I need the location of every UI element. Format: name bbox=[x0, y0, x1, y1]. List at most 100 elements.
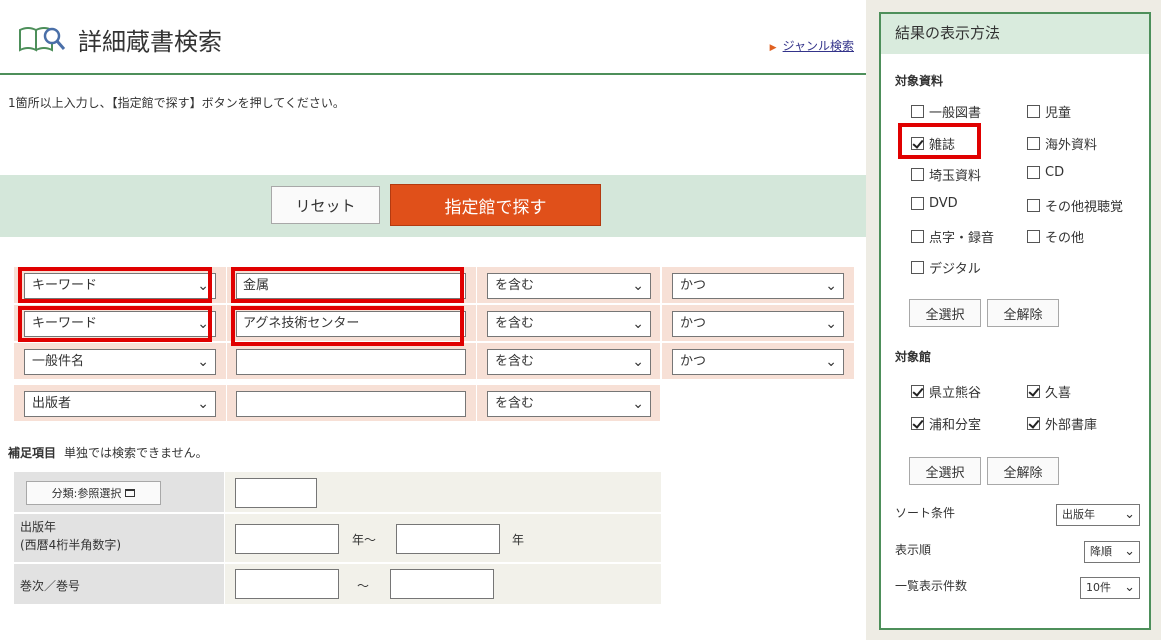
libraries-select-all-button[interactable]: 全選択 bbox=[909, 457, 981, 485]
checkbox-label: その他 bbox=[1045, 231, 1085, 246]
result-display-header: 結果の表示方法 bbox=[881, 14, 1149, 54]
checkbox-label: DVD bbox=[929, 196, 958, 211]
checkbox-checked-icon bbox=[1027, 385, 1040, 398]
material-checkbox[interactable]: DVD bbox=[911, 196, 958, 211]
arrow-right-icon: ▶ bbox=[769, 43, 777, 53]
sort-select-value: 出版年 bbox=[1062, 508, 1095, 521]
library-checkbox[interactable]: 久喜 bbox=[1027, 382, 1071, 401]
material-checkbox[interactable]: その他視聴覚 bbox=[1027, 196, 1123, 215]
match-select-value: を含む bbox=[495, 316, 535, 331]
checkbox-label: 点字・録音 bbox=[929, 231, 995, 246]
library-checkbox[interactable]: 外部書庫 bbox=[1027, 414, 1097, 433]
field-select-3[interactable]: 一般件名 ⌄ bbox=[24, 349, 216, 375]
chevron-down-icon: ⌄ bbox=[825, 316, 837, 332]
count-select[interactable]: 10件 ⌄ bbox=[1080, 577, 1140, 599]
classification-select-button[interactable]: 分類:参照選択 bbox=[26, 481, 161, 505]
search-libraries-button[interactable]: 指定館で探す bbox=[390, 184, 601, 226]
checkbox-icon bbox=[1027, 166, 1040, 179]
checkbox-icon bbox=[1027, 199, 1040, 212]
chevron-down-icon: ⌄ bbox=[632, 316, 644, 332]
material-checkbox[interactable]: その他 bbox=[1027, 227, 1084, 246]
checkbox-icon bbox=[1027, 230, 1040, 243]
instructions-text: 1箇所以上入力し、【指定館で探す】ボタンを押してください。 bbox=[8, 96, 345, 110]
page-title: 詳細蔵書検索 bbox=[78, 28, 222, 56]
checkbox-icon bbox=[1027, 105, 1040, 118]
conj-select-1[interactable]: かつ ⌄ bbox=[672, 273, 844, 299]
criteria-input-4[interactable] bbox=[236, 391, 466, 417]
highlight-box bbox=[18, 267, 212, 303]
pubyear-from-input[interactable] bbox=[235, 524, 339, 554]
result-display-panel: 結果の表示方法 対象資料 一般図書 児童 雑誌 海外資料 埼玉資料 CD DVD… bbox=[879, 12, 1151, 630]
pubyear-to-input[interactable] bbox=[396, 524, 500, 554]
checkbox-checked-icon bbox=[911, 417, 924, 430]
checkbox-label: CD bbox=[1045, 165, 1065, 180]
conj-select-value: かつ bbox=[680, 278, 707, 293]
match-select-1[interactable]: を含む ⌄ bbox=[487, 273, 651, 299]
conj-select-value: かつ bbox=[680, 316, 707, 331]
materials-title: 対象資料 bbox=[895, 74, 944, 88]
genre-search-link-wrap: ▶ ジャンル検索 bbox=[770, 37, 854, 54]
checkbox-label: 海外資料 bbox=[1045, 138, 1098, 153]
material-checkbox[interactable]: デジタル bbox=[911, 258, 981, 277]
chevron-down-icon: ⌄ bbox=[1124, 580, 1135, 595]
volume-from-input[interactable] bbox=[235, 569, 339, 599]
highlight-box bbox=[231, 306, 464, 346]
material-checkbox[interactable]: 点字・録音 bbox=[911, 227, 994, 246]
material-checkbox[interactable]: 埼玉資料 bbox=[911, 165, 981, 184]
match-select-2[interactable]: を含む ⌄ bbox=[487, 311, 651, 337]
main-panel: 詳細蔵書検索 ▶ ジャンル検索 1箇所以上入力し、【指定館で探す】ボタンを押してく… bbox=[0, 0, 866, 640]
pubyear-from-suffix: 年～ bbox=[352, 533, 377, 547]
supplement-note: 単独では検索できません。 bbox=[64, 446, 208, 460]
match-select-4[interactable]: を含む ⌄ bbox=[487, 391, 651, 417]
material-checkbox[interactable]: 一般図書 bbox=[911, 102, 981, 121]
checkbox-label: 浦和分室 bbox=[929, 418, 982, 433]
pubyear-label: 出版年 bbox=[20, 520, 57, 534]
volume-to-input[interactable] bbox=[390, 569, 494, 599]
field-select-4[interactable]: 出版者 ⌄ bbox=[24, 391, 216, 417]
count-select-value: 10件 bbox=[1086, 581, 1111, 594]
checkbox-icon bbox=[911, 105, 924, 118]
checkbox-label: 久喜 bbox=[1045, 386, 1072, 401]
library-checkbox[interactable]: 県立熊谷 bbox=[911, 382, 981, 401]
sort-select[interactable]: 出版年 ⌄ bbox=[1056, 504, 1140, 526]
match-select-value: を含む bbox=[495, 278, 535, 293]
materials-deselect-all-button[interactable]: 全解除 bbox=[987, 299, 1059, 327]
checkbox-checked-icon bbox=[911, 385, 924, 398]
checkbox-icon bbox=[911, 168, 924, 181]
material-checkbox[interactable]: 児童 bbox=[1027, 102, 1071, 121]
libraries-deselect-all-button[interactable]: 全解除 bbox=[987, 457, 1059, 485]
highlight-box bbox=[898, 123, 981, 159]
checkbox-label: 県立熊谷 bbox=[929, 386, 982, 401]
order-select-value: 降順 bbox=[1090, 545, 1112, 558]
chevron-down-icon: ⌄ bbox=[1124, 507, 1135, 522]
supplement-heading: 補足項目 単独では検索できません。 bbox=[8, 444, 208, 461]
materials-select-all-button[interactable]: 全選択 bbox=[909, 299, 981, 327]
chevron-down-icon: ⌄ bbox=[632, 278, 644, 294]
conj-select-3[interactable]: かつ ⌄ bbox=[672, 349, 844, 375]
checkbox-label: デジタル bbox=[929, 262, 981, 277]
order-select[interactable]: 降順 ⌄ bbox=[1084, 541, 1140, 563]
pubyear-to-suffix: 年 bbox=[512, 533, 525, 547]
chevron-down-icon: ⌄ bbox=[825, 354, 837, 370]
chevron-down-icon: ⌄ bbox=[1124, 544, 1135, 559]
material-checkbox[interactable]: 海外資料 bbox=[1027, 134, 1097, 153]
chevron-down-icon: ⌄ bbox=[825, 278, 837, 294]
conj-select-value: かつ bbox=[680, 354, 707, 369]
criteria-input-3[interactable] bbox=[236, 349, 466, 375]
material-checkbox[interactable]: CD bbox=[1027, 165, 1064, 180]
highlight-box bbox=[231, 267, 464, 303]
sort-label: ソート条件 bbox=[895, 506, 956, 520]
genre-search-link[interactable]: ジャンル検索 bbox=[783, 39, 854, 53]
book-search-icon bbox=[19, 27, 66, 52]
conj-select-2[interactable]: かつ ⌄ bbox=[672, 311, 844, 337]
match-select-3[interactable]: を含む ⌄ bbox=[487, 349, 651, 375]
chevron-down-icon: ⌄ bbox=[197, 396, 209, 412]
checkbox-label: 一般図書 bbox=[929, 106, 982, 121]
reset-button[interactable]: リセット bbox=[271, 186, 380, 224]
checkbox-icon bbox=[911, 261, 924, 274]
title-bar: 詳細蔵書検索 ▶ ジャンル検索 bbox=[0, 0, 866, 75]
checkbox-label: 埼玉資料 bbox=[929, 169, 982, 184]
library-checkbox[interactable]: 浦和分室 bbox=[911, 414, 981, 433]
classification-input[interactable] bbox=[235, 478, 317, 508]
highlight-box bbox=[18, 306, 212, 342]
